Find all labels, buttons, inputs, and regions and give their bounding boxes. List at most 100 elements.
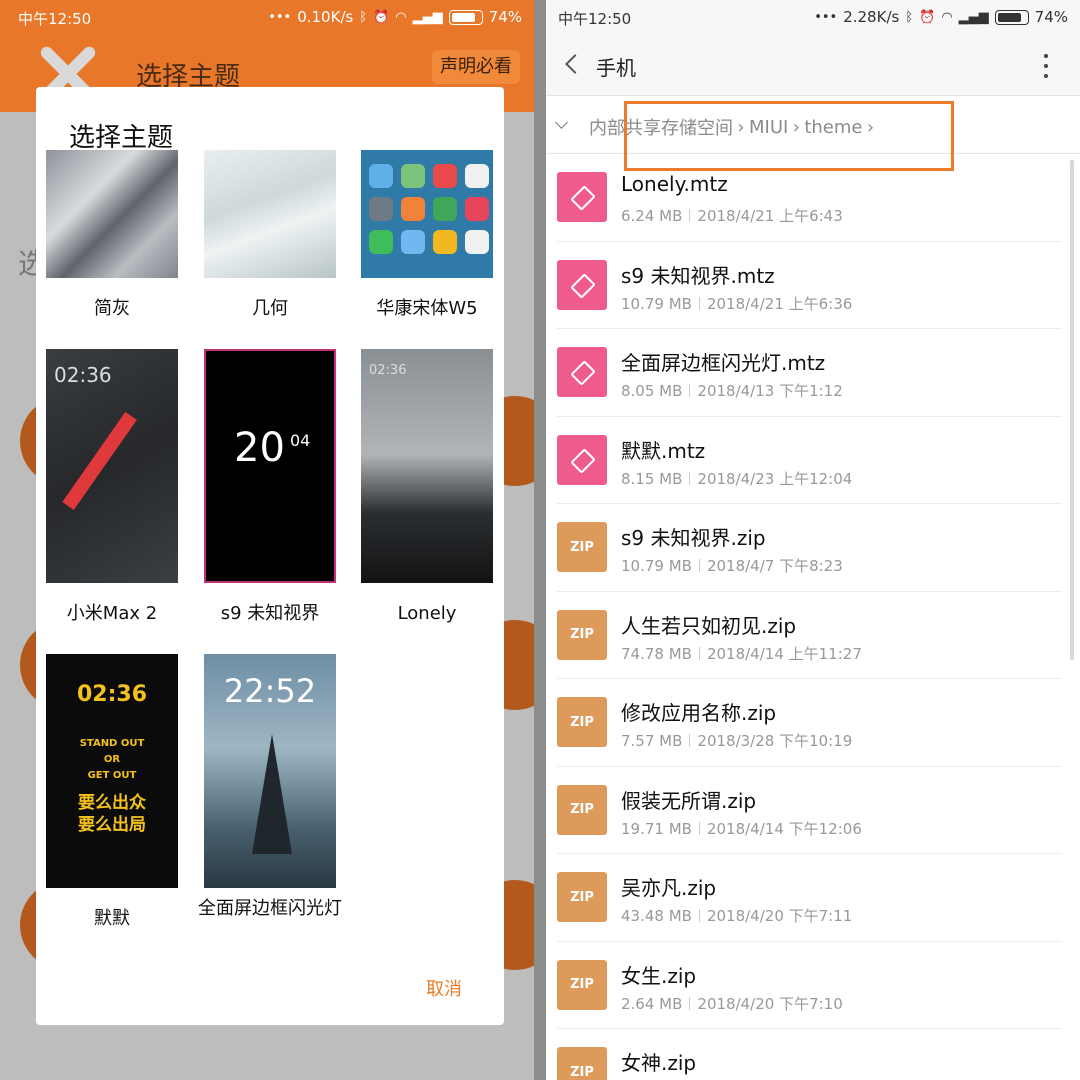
network-speed: 2.28K/s [843,8,900,26]
eiffel-tower-image [252,734,292,854]
signal-icon: ▂▄▆ [958,9,989,25]
theme-thumbnail[interactable]: 02:36 [361,349,493,583]
file-date: 2018/4/20 下午7:11 [706,907,853,925]
file-row[interactable]: ZIP 修改应用名称.zip 7.57 MB 2018/3/28 下午10:19 [557,679,1062,767]
theme-label: Lonely [397,603,457,624]
file-row[interactable]: 全面屏边框闪光灯.mtz 8.05 MB 2018/4/13 下午1:12 [557,329,1062,417]
file-date: 2018/4/7 下午8:23 [706,557,843,575]
theme-thumbnail[interactable]: 22:52 [204,654,336,888]
battery-percent: 74% [1034,8,1068,26]
file-date: 2018/4/23 上午12:04 [697,469,853,488]
file-date: 2018/4/20 下午7:10 [697,994,843,1013]
alarm-icon: ⏰ [373,9,390,25]
zip-file-icon: ZIP [557,784,607,835]
theme-thumbnail[interactable] [204,150,336,278]
file-row[interactable]: ZIP 人生若只如初见.zip 74.78 MB 2018/4/14 上午11:27 [557,592,1062,679]
file-name: 吴亦凡.zip [621,876,717,900]
theme-label: 简灰 [94,298,130,319]
thumb-clock: 02:36 [76,682,148,707]
file-size: 6.24 MB [621,207,683,225]
file-size: 10.79 MB [621,557,692,575]
file-row[interactable]: ZIP s9 未知视界.zip 10.79 MB 2018/4/7 下午8:23 [557,504,1062,592]
file-name: 女生.zip [621,963,697,988]
battery-percent: 74% [488,8,522,26]
file-name: 人生若只如初见.zip [621,613,797,638]
file-row[interactable]: Lonely.mtz 6.24 MB 2018/4/21 上午6:43 [557,154,1062,242]
file-meta: 8.05 MB 2018/4/13 下午1:12 [621,380,843,401]
meta-divider [689,471,691,485]
notice-button[interactable]: 声明必看 [432,50,520,84]
theme-thumbnail[interactable]: 02:36 STAND OUT OR GET OUT 要么出众 要么出局 [46,654,178,888]
theme-thumbnail[interactable] [361,150,493,278]
file-meta: 10.79 MB 2018/4/21 上午6:36 [621,293,852,314]
file-manager-screen: 中午12:50 ••• 2.28K/s ᛒ ⏰ ◠ ▂▄▆ 74% 手机 内部共… [546,0,1080,1080]
file-meta: 74.78 MB 2018/4/14 上午11:27 [621,643,862,664]
chevron-down-icon[interactable] [554,118,568,132]
file-name: 假装无所谓.zip [621,788,757,813]
theme-file-icon [557,172,607,222]
file-meta: 8.15 MB 2018/4/23 上午12:04 [621,468,852,489]
file-row[interactable]: ZIP 女生.zip 2.64 MB 2018/4/20 下午7:10 [557,942,1062,1029]
theme-thumbnail[interactable]: 02:36 [46,349,178,583]
theme-file-icon [557,347,607,397]
file-name: 全面屏边框闪光灯.mtz [621,351,826,375]
thumb-clock-minute: 04 [290,431,311,450]
file-name: s9 未知视界.zip [621,526,766,550]
file-name: 女神.zip [621,1051,697,1075]
file-date: 2018/4/14 下午12:06 [706,819,862,838]
dialog-title: 选择主题 [69,123,174,153]
theme-label: 几何 [252,298,288,319]
screen-divider [534,0,546,1080]
file-date: 2018/3/28 下午10:19 [697,732,853,750]
theme-file-icon [557,434,607,485]
scrollbar[interactable] [1070,160,1074,660]
file-row[interactable]: ZIP 假装无所谓.zip 19.71 MB 2018/4/14 下午12:06 [557,767,1062,854]
zip-icon-label: ZIP [570,627,594,642]
network-speed: 0.10K/s [297,8,354,26]
file-row[interactable]: 默默.mtz 8.15 MB 2018/4/23 上午12:04 [557,417,1062,504]
cancel-button[interactable]: 取消 [426,975,462,1001]
brush-icon [571,449,593,471]
file-size: 19.71 MB [621,819,692,838]
theme-thumbnail[interactable]: 20 04 [204,349,336,583]
file-name: 默默.mtz [621,438,706,463]
file-name: Lonely.mtz [621,172,728,196]
file-row[interactable]: s9 未知视界.mtz 10.79 MB 2018/4/21 上午6:36 [557,242,1062,329]
thumb-text: 要么出局 [78,815,146,835]
file-size: 8.05 MB [621,382,683,400]
more-vertical-icon[interactable] [1042,54,1050,78]
thumb-stripe [62,411,137,511]
file-row[interactable]: ZIP 女神.zip [557,1029,1062,1080]
status-icons: ••• 0.10K/s ᛒ ⏰ ◠ ▂▄▆ 74% [268,8,522,26]
back-arrow-icon[interactable] [560,52,584,78]
zip-icon-label: ZIP [570,714,594,730]
file-meta: 6.24 MB 2018/4/21 上午6:43 [621,205,843,226]
breadcrumb: 内部共享存储空间 › MIUI › theme › [589,101,954,171]
brush-icon [571,274,593,296]
theme-thumbnail[interactable] [46,150,178,278]
theme-label: 默默 [94,908,130,929]
thumb-clock: 02:36 [54,363,112,387]
theme-file-icon [557,259,607,310]
meta-divider [689,734,691,747]
thumb-clock-hour: 20 [234,425,285,471]
file-size: 74.78 MB [621,644,692,663]
file-row[interactable]: ZIP 吴亦凡.zip 43.48 MB 2018/4/20 下午7:11 [557,854,1062,942]
theme-label: 华康宋体W5 [376,298,478,319]
file-name: 修改应用名称.zip [621,701,777,725]
status-time: 中午12:50 [558,10,632,28]
breadcrumb-bar: 内部共享存储空间 › MIUI › theme › [546,96,1080,171]
app-icon-grid [369,164,489,254]
zip-file-icon: ZIP [557,1047,607,1080]
zip-icon-label: ZIP [570,539,594,555]
thumb-text: OR [103,754,121,765]
bluetooth-icon: ᛒ [905,9,914,25]
brush-icon [571,361,593,383]
meta-divider [689,996,691,1010]
file-size: 43.48 MB [621,907,692,925]
file-date: 2018/4/21 上午6:43 [697,207,843,225]
theme-label: 小米Max 2 [66,603,158,624]
theme-label: 全面屏边框闪光灯 [198,898,342,919]
status-bar: 中午12:50 ••• 2.28K/s ᛒ ⏰ ◠ ▂▄▆ 74% [546,0,1080,34]
thumb-text: STAND OUT [79,738,145,749]
